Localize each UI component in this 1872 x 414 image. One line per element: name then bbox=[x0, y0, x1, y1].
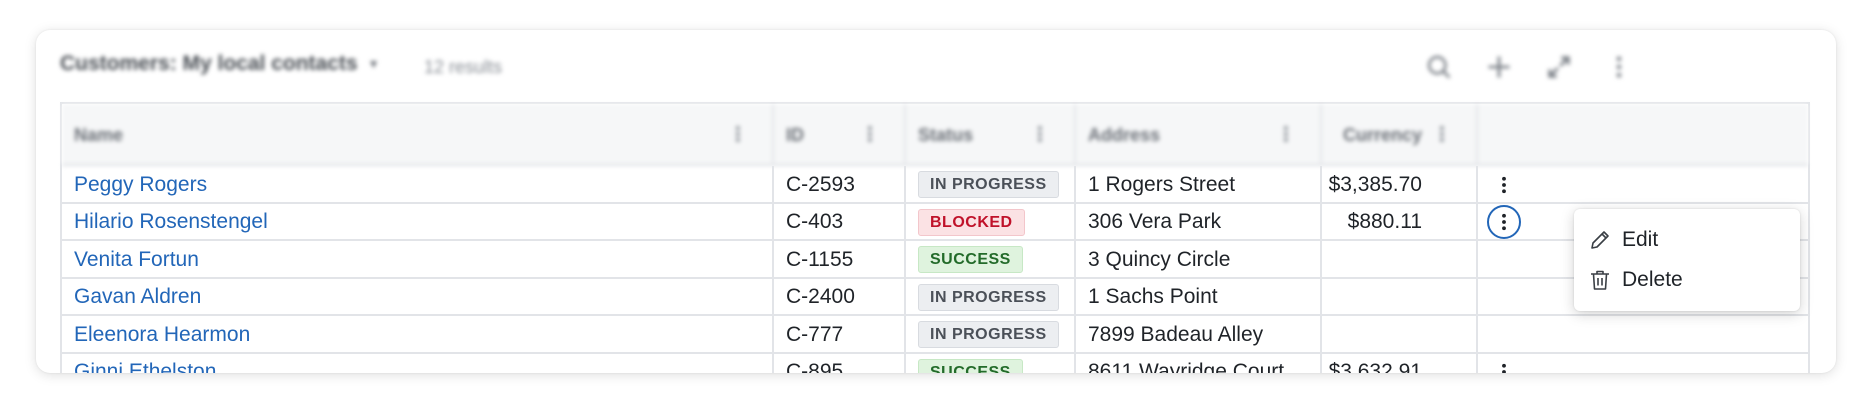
view-selector[interactable]: Customers: My local contacts ▼ bbox=[60, 52, 379, 76]
cell-id: C-2593 bbox=[774, 166, 906, 203]
table-row: Eleenora Hearmon C-777 IN PROGRESS 7899 … bbox=[62, 316, 1808, 354]
cell-currency: $3,632.91 bbox=[1322, 353, 1478, 373]
search-icon bbox=[1427, 55, 1451, 79]
cell-id: C-2400 bbox=[774, 278, 906, 316]
cell-address: 7899 Badeau Alley bbox=[1076, 316, 1322, 353]
table-row: Ginni Ethelston C-895 SUCCESS 8611 Wayri… bbox=[62, 353, 1808, 373]
cell-address: 3 Quincy Circle bbox=[1076, 241, 1322, 278]
cell-status: SUCCESS bbox=[906, 353, 1076, 373]
column-menu-icon[interactable]: ⋮ bbox=[728, 122, 748, 147]
column-menu-icon[interactable]: ⋮ bbox=[1432, 122, 1452, 147]
row-actions-button[interactable] bbox=[1487, 355, 1521, 373]
column-header-status[interactable]: Status ⋮ bbox=[906, 104, 1076, 166]
status-badge: SUCCESS bbox=[918, 246, 1023, 273]
cell-address: 1 Sachs Point bbox=[1076, 278, 1322, 316]
row-context-menu: Edit Delete bbox=[1574, 209, 1800, 311]
view-title: Customers: My local contacts bbox=[60, 52, 358, 75]
column-menu-icon[interactable]: ⋮ bbox=[860, 122, 880, 147]
plus-icon bbox=[1488, 56, 1510, 78]
cell-actions bbox=[1478, 204, 1530, 241]
customer-link[interactable]: Hilario Rosenstengel bbox=[74, 210, 268, 234]
cell-name: Hilario Rosenstengel bbox=[62, 203, 774, 241]
cell-actions bbox=[1478, 354, 1530, 373]
column-header-name[interactable]: Name ⋮ bbox=[62, 104, 774, 166]
cell-actions bbox=[1478, 166, 1530, 203]
cell-currency bbox=[1322, 241, 1478, 278]
menu-item-label: Delete bbox=[1622, 268, 1683, 291]
cell-actions bbox=[1478, 279, 1530, 316]
expand-button[interactable] bbox=[1542, 50, 1576, 84]
column-header-address[interactable]: Address ⋮ bbox=[1076, 104, 1322, 166]
trash-icon bbox=[1591, 270, 1609, 290]
table-header: Name ⋮ ID ⋮ Status ⋮ Address ⋮ Currency … bbox=[62, 104, 1808, 166]
cell-status: BLOCKED bbox=[906, 203, 1076, 241]
results-count: 12 results bbox=[424, 57, 503, 77]
status-badge: SUCCESS bbox=[918, 358, 1023, 373]
cell-status: IN PROGRESS bbox=[906, 166, 1076, 203]
cell-address: 8611 Wayridge Court bbox=[1076, 353, 1322, 373]
table-row: Hilario Rosenstengel C-403 BLOCKED 306 V… bbox=[62, 203, 1808, 241]
row-actions-button[interactable] bbox=[1487, 168, 1521, 202]
search-button[interactable] bbox=[1422, 50, 1456, 84]
status-badge: IN PROGRESS bbox=[918, 283, 1059, 311]
cell-status: IN PROGRESS bbox=[906, 316, 1076, 353]
customer-link[interactable]: Gavan Aldren bbox=[74, 285, 201, 309]
customer-link[interactable]: Ginni Ethelston bbox=[74, 360, 216, 373]
cell-id: C-1155 bbox=[774, 241, 906, 278]
cell-currency bbox=[1322, 278, 1478, 316]
cell-address: 1 Rogers Street bbox=[1076, 166, 1322, 203]
cell-id: C-403 bbox=[774, 203, 906, 241]
cell-actions bbox=[1478, 316, 1530, 353]
caret-down-icon: ▼ bbox=[367, 57, 380, 71]
toolbar: Customers: My local contacts ▼ 12 result… bbox=[36, 30, 1836, 102]
kebab-icon bbox=[1502, 176, 1506, 193]
customer-link[interactable]: Venita Fortun bbox=[74, 248, 199, 272]
column-menu-icon[interactable]: ⋮ bbox=[1030, 122, 1050, 147]
column-header-actions bbox=[1478, 104, 1530, 166]
cell-name: Gavan Aldren bbox=[62, 278, 774, 316]
expand-icon bbox=[1548, 56, 1570, 78]
column-menu-icon[interactable]: ⋮ bbox=[1276, 122, 1296, 147]
kebab-icon bbox=[1502, 363, 1506, 373]
kebab-icon bbox=[1502, 213, 1506, 231]
cell-id: C-895 bbox=[774, 353, 906, 373]
customer-link[interactable]: Eleenora Hearmon bbox=[74, 323, 250, 347]
status-badge: IN PROGRESS bbox=[918, 171, 1059, 198]
customers-card: Customers: My local contacts ▼ 12 result… bbox=[36, 30, 1836, 373]
cell-name: Peggy Rogers bbox=[62, 166, 774, 203]
cell-status: SUCCESS bbox=[906, 241, 1076, 278]
table-row: Peggy Rogers C-2593 IN PROGRESS 1 Rogers… bbox=[62, 166, 1808, 204]
customer-link[interactable]: Peggy Rogers bbox=[74, 173, 207, 197]
cell-name: Eleenora Hearmon bbox=[62, 316, 774, 353]
more-options-button[interactable] bbox=[1602, 50, 1636, 84]
pencil-icon bbox=[1591, 231, 1609, 249]
menu-item-delete[interactable]: Delete bbox=[1588, 260, 1788, 300]
cell-currency: $880.11 bbox=[1322, 203, 1478, 241]
cell-name: Ginni Ethelston bbox=[62, 353, 774, 373]
table-row: Gavan Aldren C-2400 IN PROGRESS 1 Sachs … bbox=[62, 278, 1808, 316]
cell-status: IN PROGRESS bbox=[906, 278, 1076, 316]
cell-currency bbox=[1322, 316, 1478, 353]
status-badge: IN PROGRESS bbox=[918, 321, 1059, 348]
cell-actions bbox=[1478, 241, 1530, 278]
cell-name: Venita Fortun bbox=[62, 241, 774, 278]
cell-currency: $3,385.70 bbox=[1322, 166, 1478, 203]
table-row: Venita Fortun C-1155 SUCCESS 3 Quincy Ci… bbox=[62, 241, 1808, 279]
cell-address: 306 Vera Park bbox=[1076, 203, 1322, 241]
customers-table: Name ⋮ ID ⋮ Status ⋮ Address ⋮ Currency … bbox=[60, 102, 1810, 373]
column-header-id[interactable]: ID ⋮ bbox=[774, 104, 906, 166]
column-header-currency[interactable]: Currency ⋮ bbox=[1322, 104, 1478, 166]
add-button[interactable] bbox=[1482, 50, 1516, 84]
menu-item-edit[interactable]: Edit bbox=[1588, 220, 1788, 260]
menu-item-label: Edit bbox=[1622, 228, 1659, 251]
cell-id: C-777 bbox=[774, 316, 906, 353]
row-actions-button-active[interactable] bbox=[1487, 205, 1521, 239]
status-badge: BLOCKED bbox=[918, 208, 1025, 236]
kebab-icon bbox=[1616, 56, 1622, 78]
